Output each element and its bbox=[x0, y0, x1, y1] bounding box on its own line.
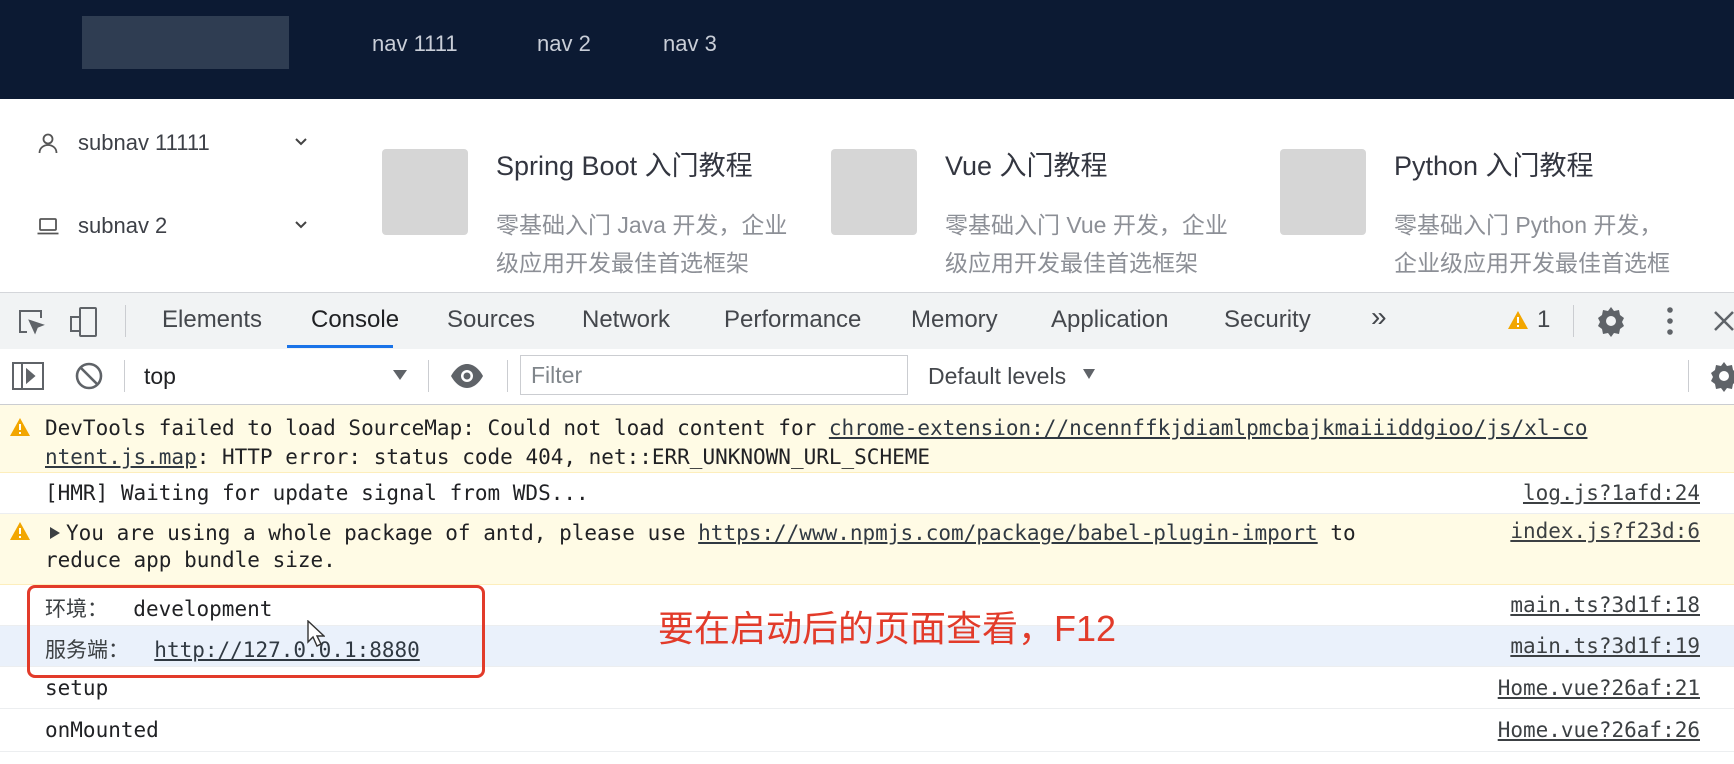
tab-elements[interactable]: Elements bbox=[162, 306, 262, 334]
course-card-vue[interactable]: Vue 入门教程 零基础入门 Vue 开发，企业 级应用开发最佳首选框架 bbox=[831, 140, 1271, 290]
console-message: DevTools failed to load SourceMap: Could… bbox=[45, 416, 1588, 469]
device-toolbar-icon[interactable] bbox=[68, 305, 102, 339]
source-link[interactable]: log.js?1afd:24 bbox=[1523, 481, 1700, 505]
warnings-counter[interactable]: 1 bbox=[1507, 305, 1569, 337]
divider bbox=[428, 360, 429, 392]
tab-console[interactable]: Console bbox=[311, 306, 399, 334]
source-link[interactable]: Home.vue?26af:21 bbox=[1498, 676, 1700, 700]
inspect-element-icon[interactable] bbox=[16, 307, 46, 337]
annotation-text: 要在启动后的页面查看，F12 bbox=[658, 608, 1117, 649]
source-link[interactable]: main.ts?3d1f:18 bbox=[1510, 593, 1700, 617]
tab-network[interactable]: Network bbox=[582, 306, 670, 334]
chevron-down-icon bbox=[295, 138, 307, 146]
warning-icon bbox=[10, 418, 30, 436]
divider bbox=[124, 360, 125, 392]
active-tab-indicator bbox=[287, 345, 393, 348]
annotation-highlight-box bbox=[27, 585, 485, 678]
app-header: nav 1111 nav 2 nav 3 bbox=[0, 0, 1734, 99]
chevron-down-icon bbox=[295, 221, 307, 229]
tab-security[interactable]: Security bbox=[1224, 306, 1311, 334]
kebab-menu-icon[interactable] bbox=[1660, 305, 1680, 337]
sidebar-toggle-icon[interactable] bbox=[12, 361, 44, 391]
sourcemap-link[interactable]: chrome-extension://ncennffkjdiamlpmcbajk… bbox=[829, 416, 1588, 440]
nav-item-3[interactable]: nav 3 bbox=[663, 31, 717, 57]
source-link[interactable]: Home.vue?26af:26 bbox=[1498, 718, 1700, 742]
mouse-cursor-icon bbox=[307, 620, 325, 647]
console-message: [HMR] Waiting for update signal from WDS… bbox=[45, 481, 589, 505]
divider bbox=[125, 305, 126, 337]
close-icon[interactable] bbox=[1712, 309, 1734, 333]
card-title: Vue 入门教程 bbox=[945, 151, 1108, 181]
warning-count: 1 bbox=[1537, 306, 1551, 333]
dropdown-arrow-icon bbox=[393, 370, 407, 380]
sidebar-item-label: subnav 2 bbox=[78, 213, 168, 238]
console-warning-antd: You are using a whole package of antd, p… bbox=[0, 514, 1734, 585]
divider bbox=[507, 360, 508, 392]
sourcemap-link-cont[interactable]: ntent.js.map bbox=[45, 445, 197, 469]
card-title: Python 入门教程 bbox=[1394, 151, 1594, 181]
laptop-icon bbox=[37, 218, 59, 235]
tab-sources[interactable]: Sources bbox=[447, 306, 535, 334]
eye-icon[interactable] bbox=[450, 363, 484, 389]
source-link[interactable]: main.ts?3d1f:19 bbox=[1510, 634, 1700, 658]
log-levels-dropdown[interactable]: Default levels bbox=[922, 355, 1112, 395]
tab-application[interactable]: Application bbox=[1051, 306, 1168, 334]
nav-item-2[interactable]: nav 2 bbox=[537, 31, 591, 57]
course-card-spring-boot[interactable]: Spring Boot 入门教程 零基础入门 Java 开发，企业 级应用开发最佳… bbox=[382, 140, 822, 290]
sidebar-item-subnav-1[interactable]: subnav 11111 bbox=[36, 123, 316, 163]
babel-plugin-import-link[interactable]: https://www.npmjs.com/package/babel-plug… bbox=[698, 521, 1318, 545]
dropdown-arrow-icon bbox=[1083, 369, 1095, 379]
tab-memory[interactable]: Memory bbox=[911, 306, 998, 334]
console-message: You are using a whole package of antd, p… bbox=[66, 521, 1356, 545]
context-selector[interactable]: top bbox=[134, 355, 412, 395]
console-warning-sourcemap: DevTools failed to load SourceMap: Could… bbox=[0, 405, 1734, 473]
console-log-mounted: onMounted Home.vue?26af:26 bbox=[0, 709, 1734, 752]
console-log-hmr: [HMR] Waiting for update signal from WDS… bbox=[0, 473, 1734, 514]
warning-icon bbox=[1508, 311, 1528, 329]
tab-performance[interactable]: Performance bbox=[724, 306, 861, 334]
sidebar-item-label: subnav 11111 bbox=[78, 130, 210, 155]
log-levels-label: Default levels bbox=[928, 363, 1067, 389]
side-menu: subnav 11111 subnav 2 bbox=[0, 99, 340, 292]
console-message: onMounted bbox=[45, 718, 159, 742]
logo bbox=[82, 16, 289, 69]
divider bbox=[1688, 360, 1689, 392]
sidebar-item-subnav-2[interactable]: subnav 2 bbox=[36, 206, 316, 246]
card-description: 零基础入门 Vue 开发，企业 级应用开发最佳首选框架 bbox=[945, 212, 1228, 276]
card-description: 零基础入门 Python 开发， 企业级应用开发最佳首选框 bbox=[1394, 212, 1670, 276]
divider bbox=[1573, 305, 1574, 337]
card-thumbnail bbox=[382, 149, 468, 235]
devtools-panel: Elements Console Sources Network Perform… bbox=[0, 292, 1734, 764]
course-card-python[interactable]: Python 入门教程 零基础入门 Python 开发， 企业级应用开发最佳首选框 bbox=[1280, 140, 1720, 290]
filter-field[interactable] bbox=[520, 355, 908, 395]
warning-icon bbox=[10, 522, 30, 540]
console-message-cont: reduce app bundle size. bbox=[45, 548, 336, 572]
card-description: 零基础入门 Java 开发，企业 级应用开发最佳首选框架 bbox=[496, 212, 788, 276]
user-icon bbox=[38, 133, 58, 154]
console-settings-gear-icon[interactable] bbox=[1708, 360, 1734, 392]
settings-gear-icon[interactable] bbox=[1595, 305, 1627, 337]
nav-item-1[interactable]: nav 1111 bbox=[372, 31, 458, 57]
source-link[interactable]: index.js?f23d:6 bbox=[1510, 519, 1700, 543]
card-thumbnail bbox=[831, 149, 917, 235]
filter-input[interactable] bbox=[529, 356, 893, 394]
card-thumbnail bbox=[1280, 149, 1366, 235]
console-message: setup bbox=[45, 676, 109, 700]
clear-console-icon[interactable] bbox=[74, 361, 104, 391]
expand-triangle-icon[interactable] bbox=[49, 526, 61, 540]
more-tabs-button[interactable]: » bbox=[1371, 301, 1387, 333]
console-toolbar: top Default levels bbox=[0, 349, 1734, 405]
devtools-tabbar: Elements Console Sources Network Perform… bbox=[0, 292, 1734, 350]
card-title: Spring Boot 入门教程 bbox=[496, 151, 753, 181]
context-value: top bbox=[144, 363, 176, 389]
